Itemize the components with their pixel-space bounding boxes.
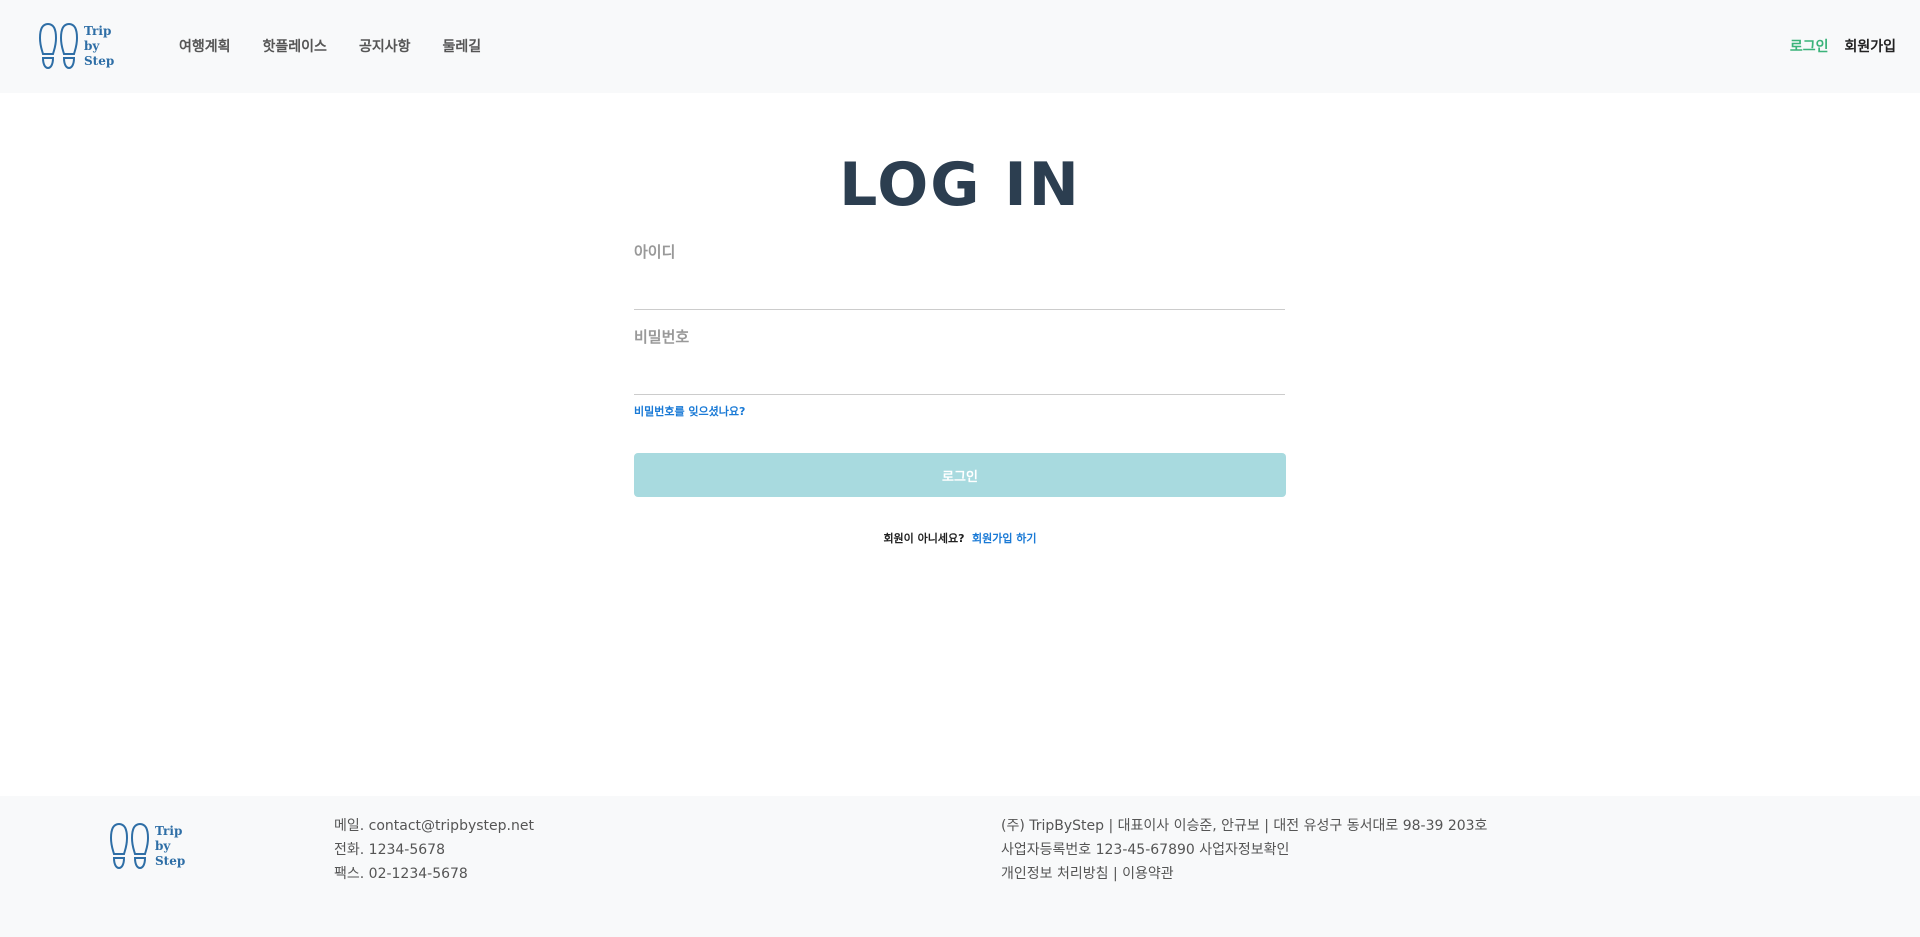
id-input[interactable] bbox=[634, 276, 1285, 310]
brand-wordmark: Trip by Step bbox=[84, 24, 114, 69]
site-footer: Trip by Step 메일. contact@tripbystep.net … bbox=[0, 796, 1920, 937]
header-login-link[interactable]: 로그인 bbox=[1790, 36, 1829, 56]
footer-brand-line-3: Step bbox=[155, 853, 186, 868]
signup-prompt-text: 회원이 아니세요? bbox=[883, 532, 965, 545]
footer-contact: 메일. contact@tripbystep.net 전화. 1234-5678… bbox=[334, 814, 534, 886]
nav-item-notices[interactable]: 공지사항 bbox=[359, 36, 411, 56]
footer-company-line: (주) TripByStep | 대표이사 이승준, 안규보 | 대전 유성구 … bbox=[1001, 818, 1488, 834]
password-label: 비밀번호 bbox=[634, 328, 690, 346]
footer-brand-line-1: Trip bbox=[155, 823, 183, 838]
brand-line-2: by bbox=[84, 38, 100, 53]
footer-company-info: (주) TripByStep | 대표이사 이승준, 안규보 | 대전 유성구 … bbox=[1001, 814, 1487, 886]
login-button[interactable]: 로그인 bbox=[634, 453, 1286, 497]
forgot-password-link[interactable]: 비밀번호를 잊으셨나요? bbox=[634, 403, 745, 419]
login-form: 아이디 비밀번호 비밀번호를 잊으셨나요? bbox=[634, 241, 1285, 419]
auth-links: 로그인 회원가입 bbox=[1790, 36, 1896, 56]
brand-line-3: Step bbox=[84, 53, 115, 68]
footer-fax: 팩스. 02-1234-5678 bbox=[334, 866, 468, 882]
footer-registration[interactable]: 사업자등록번호 123-45-67890 사업자정보확인 bbox=[1001, 838, 1487, 862]
footprints-icon bbox=[110, 822, 149, 870]
brand-line-1: Trip bbox=[84, 23, 112, 38]
nav-item-trails[interactable]: 둘레길 bbox=[442, 36, 481, 56]
page-title: LOG IN bbox=[839, 150, 1081, 220]
footer-mail: 메일. contact@tripbystep.net bbox=[334, 818, 534, 834]
footer-brand-line-2: by bbox=[155, 838, 171, 853]
main-nav: 여행계획 핫플레이스 공지사항 둘레길 bbox=[179, 36, 481, 56]
footprints-icon bbox=[39, 22, 78, 70]
nav-item-hot-places[interactable]: 핫플레이스 bbox=[263, 36, 327, 56]
header-signup-link[interactable]: 회원가입 bbox=[1844, 36, 1896, 56]
brand-logo[interactable]: Trip by Step bbox=[39, 22, 114, 70]
footer-brand-wordmark: Trip by Step bbox=[155, 824, 185, 869]
site-header: Trip by Step 여행계획 핫플레이스 공지사항 둘레길 로그인 회원가… bbox=[0, 0, 1920, 93]
footer-phone: 전화. 1234-5678 bbox=[334, 842, 445, 858]
password-input[interactable] bbox=[634, 361, 1285, 395]
id-label: 아이디 bbox=[634, 243, 676, 261]
footer-policy-links[interactable]: 개인정보 처리방침 | 이용약관 bbox=[1001, 862, 1487, 886]
footer-logo[interactable]: Trip by Step bbox=[110, 822, 185, 870]
signup-prompt-row: 회원이 아니세요? 회원가입 하기 bbox=[0, 530, 1920, 546]
signup-link[interactable]: 회원가입 하기 bbox=[972, 532, 1037, 545]
nav-item-travel-plan[interactable]: 여행계획 bbox=[179, 36, 231, 56]
